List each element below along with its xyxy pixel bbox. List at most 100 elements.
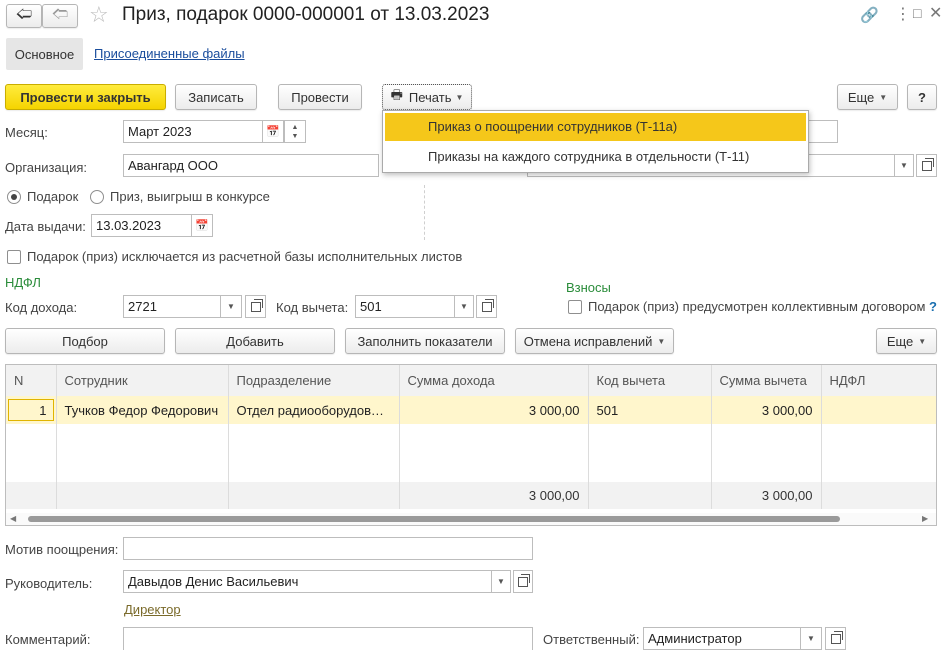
contributions-header: Взносы bbox=[566, 280, 611, 295]
date-calendar-button[interactable]: 📅 bbox=[191, 214, 213, 237]
horizontal-scrollbar[interactable]: ◀ ▶ bbox=[6, 513, 936, 525]
forward-button[interactable]: 🢢 bbox=[42, 4, 78, 28]
more-button-label: Еще bbox=[847, 89, 875, 105]
income-code-field[interactable]: 2721 bbox=[123, 295, 221, 318]
undo-corrections-button[interactable]: Отмена исправлений ▼ bbox=[515, 328, 674, 354]
exclude-label: Подарок (приз) исключается из расчетной … bbox=[27, 249, 463, 264]
save-button[interactable]: Записать bbox=[175, 84, 257, 110]
radio-prize[interactable] bbox=[90, 190, 104, 204]
kebab-menu-icon[interactable]: ⋮ bbox=[895, 4, 911, 24]
print-button[interactable]: 🖶 Печать ▼ bbox=[382, 84, 472, 110]
deduction-code-cell[interactable]: 501 bbox=[588, 396, 712, 424]
issue-date-label: Дата выдачи: bbox=[5, 219, 86, 234]
column-header-income[interactable]: Сумма дохода bbox=[399, 365, 589, 396]
head-field[interactable]: Давыдов Денис Васильевич bbox=[123, 570, 492, 593]
scroll-left-icon[interactable]: ◀ bbox=[10, 514, 16, 523]
column-header-employee[interactable]: Сотрудник bbox=[56, 365, 229, 396]
responsible-open-button[interactable] bbox=[825, 627, 846, 650]
deduction-sum-cell[interactable]: 3 000,00 bbox=[711, 396, 822, 424]
head-open-button[interactable] bbox=[513, 570, 533, 593]
help-button[interactable]: ? bbox=[907, 84, 937, 110]
income-cell[interactable]: 3 000,00 bbox=[399, 396, 589, 424]
calendar-button[interactable]: 📅 bbox=[262, 120, 284, 143]
printer-icon: 🖶 bbox=[390, 87, 403, 102]
open-icon bbox=[921, 157, 934, 171]
fill-indicators-button[interactable]: Заполнить показатели bbox=[345, 328, 505, 354]
add-button[interactable]: Добавить bbox=[175, 328, 335, 354]
organization-field[interactable]: Авангард ООО bbox=[123, 154, 379, 177]
link-icon[interactable]: 🔗 bbox=[860, 6, 879, 24]
chevron-down-icon: ▼ bbox=[460, 302, 468, 311]
ndfl-header: НДФЛ bbox=[5, 275, 41, 290]
post-button[interactable]: Провести bbox=[278, 84, 362, 110]
month-field[interactable]: Март 2023 bbox=[123, 120, 263, 143]
column-header-ndfl[interactable]: НДФЛ bbox=[821, 365, 936, 396]
responsible-field[interactable]: Администратор bbox=[643, 627, 801, 650]
tab-files[interactable]: Присоединенные файлы bbox=[94, 46, 245, 61]
responsible-dropdown[interactable]: ▼ bbox=[800, 627, 822, 650]
table-more-label: Еще bbox=[886, 333, 914, 349]
comment-label: Комментарий: bbox=[5, 632, 91, 647]
department-cell[interactable]: Отдел радиооборудования bbox=[228, 396, 400, 424]
row-number-cell[interactable]: 1 bbox=[6, 396, 57, 424]
chevron-down-icon: ▼ bbox=[227, 302, 235, 311]
maximize-icon[interactable]: □ bbox=[913, 5, 921, 21]
radio-gift-label: Подарок bbox=[27, 189, 79, 204]
income-total: 3 000,00 bbox=[399, 482, 589, 509]
tab-main[interactable]: Основное bbox=[6, 38, 83, 70]
divider bbox=[424, 185, 425, 240]
open-icon bbox=[518, 573, 530, 587]
ndfl-cell[interactable] bbox=[821, 396, 936, 424]
open-icon bbox=[481, 298, 494, 312]
column-header-deduction-code[interactable]: Код вычета bbox=[588, 365, 712, 396]
right-org-open-button[interactable] bbox=[916, 154, 937, 177]
table-row[interactable]: 1 Тучков Федор Федорович Отдел радиообор… bbox=[6, 396, 936, 424]
table-empty-area bbox=[6, 424, 936, 482]
income-code-label: Код дохода: bbox=[5, 300, 78, 315]
deduction-total: 3 000,00 bbox=[711, 482, 822, 509]
star-icon[interactable]: ☆ bbox=[89, 2, 109, 28]
deduction-code-dropdown[interactable]: ▼ bbox=[454, 295, 474, 318]
column-header-n[interactable]: N bbox=[6, 365, 57, 396]
deduction-code-open-button[interactable] bbox=[476, 295, 497, 318]
radio-gift[interactable] bbox=[7, 190, 21, 204]
table-more-button[interactable]: Еще ▼ bbox=[876, 328, 937, 354]
tab-main-label: Основное bbox=[14, 46, 75, 62]
income-code-open-button[interactable] bbox=[245, 295, 266, 318]
scroll-right-icon[interactable]: ▶ bbox=[922, 514, 928, 523]
stepper-down-icon: ▼ bbox=[291, 132, 299, 140]
chevron-down-icon: ▼ bbox=[918, 336, 927, 346]
column-header-deduction-sum[interactable]: Сумма вычета bbox=[711, 365, 822, 396]
collective-help-icon[interactable]: ? bbox=[929, 299, 937, 314]
post-and-close-button[interactable]: Провести и закрыть bbox=[5, 84, 166, 110]
head-position-link[interactable]: Директор bbox=[124, 602, 181, 617]
issue-date-field[interactable]: 13.03.2023 bbox=[91, 214, 192, 237]
motive-field[interactable] bbox=[123, 537, 533, 560]
month-label: Месяц: bbox=[5, 125, 48, 140]
undo-corrections-label: Отмена исправлений bbox=[523, 333, 653, 349]
collective-agreement-label: Подарок (приз) предусмотрен коллективным… bbox=[588, 299, 926, 314]
collective-agreement-checkbox[interactable] bbox=[568, 300, 582, 314]
open-icon bbox=[250, 298, 263, 312]
chevron-down-icon: ▼ bbox=[879, 92, 888, 102]
column-header-department[interactable]: Подразделение bbox=[228, 365, 400, 396]
arrow-right-icon: 🢢 bbox=[51, 5, 69, 23]
right-org-dropdown[interactable]: ▼ bbox=[894, 154, 914, 177]
select-button[interactable]: Подбор bbox=[5, 328, 165, 354]
comment-field[interactable] bbox=[123, 627, 533, 650]
deduction-code-field[interactable]: 501 bbox=[355, 295, 455, 318]
print-menu-item-t11a[interactable]: Приказ о поощрении сотрудников (Т-11а) bbox=[385, 113, 806, 141]
income-code-dropdown[interactable]: ▼ bbox=[220, 295, 242, 318]
employee-cell[interactable]: Тучков Федор Федорович bbox=[56, 396, 229, 424]
more-button[interactable]: Еще ▼ bbox=[837, 84, 898, 110]
table-header-row: N Сотрудник Подразделение Сумма дохода К… bbox=[6, 365, 936, 396]
chevron-down-icon: ▼ bbox=[657, 336, 666, 346]
back-button[interactable]: 🢠 bbox=[6, 4, 42, 28]
print-menu-item-t11[interactable]: Приказы на каждого сотрудника в отдельно… bbox=[385, 143, 806, 171]
month-stepper[interactable]: ▲ ▼ bbox=[284, 120, 306, 143]
close-icon[interactable]: ✕ bbox=[929, 3, 942, 23]
head-dropdown[interactable]: ▼ bbox=[491, 570, 511, 593]
employees-table: N Сотрудник Подразделение Сумма дохода К… bbox=[5, 364, 937, 526]
scroll-thumb[interactable] bbox=[28, 516, 840, 522]
exclude-checkbox[interactable] bbox=[7, 250, 21, 264]
